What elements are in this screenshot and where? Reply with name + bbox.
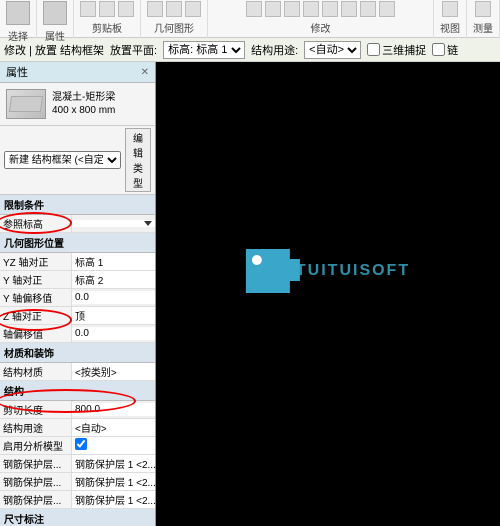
link-checkbox[interactable]: 链 bbox=[432, 42, 458, 58]
param-rebar-cover-1[interactable]: 钢筋保护层...钢筋保护层 1 <2... bbox=[0, 455, 155, 473]
props-label: 属性 bbox=[45, 28, 65, 43]
param-yz-justification[interactable]: YZ 轴对正标高 1 bbox=[0, 253, 155, 271]
select-icon[interactable] bbox=[6, 1, 30, 25]
type-text: 混凝土-矩形梁 400 x 800 mm bbox=[52, 91, 115, 117]
param-reference-level[interactable]: 参照标高 bbox=[0, 215, 155, 233]
ribbon-group-view: 视图 bbox=[434, 0, 467, 38]
enable-analytical-checkbox[interactable] bbox=[75, 438, 87, 450]
offset-icon[interactable] bbox=[360, 1, 376, 17]
category-material[interactable]: 材质和装饰 bbox=[0, 343, 155, 363]
dropdown-icon[interactable] bbox=[144, 221, 152, 226]
properties-list[interactable]: 限制条件 参照标高 几何图形位置 YZ 轴对正标高 1 Y 轴对正标高 2 Y … bbox=[0, 195, 155, 526]
clipboard-label: 剪贴板 bbox=[92, 20, 122, 35]
category-dimensions[interactable]: 尺寸标注 bbox=[0, 509, 155, 526]
edit-type-button[interactable]: 编辑类型 bbox=[125, 128, 151, 192]
watermark: TUITUISOFT bbox=[246, 249, 410, 293]
ribbon-group-measure: 测量 bbox=[467, 0, 500, 38]
cope-icon[interactable] bbox=[147, 1, 163, 17]
move-icon[interactable] bbox=[246, 1, 262, 17]
watermark-text: TUITUISOFT bbox=[296, 262, 410, 280]
param-y-offset[interactable]: Y 轴偏移值0.0 bbox=[0, 289, 155, 307]
measure-label: 测量 bbox=[473, 20, 493, 35]
category-structural[interactable]: 结构 bbox=[0, 381, 155, 401]
category-geometry-position[interactable]: 几何图形位置 bbox=[0, 233, 155, 253]
measure-icon[interactable] bbox=[475, 1, 491, 17]
viewport[interactable]: TUITUISOFT bbox=[156, 62, 500, 526]
close-icon[interactable]: ✕ bbox=[141, 67, 149, 78]
struct-use-select[interactable]: <自动> bbox=[304, 41, 361, 59]
param-rebar-cover-3[interactable]: 钢筋保护层...钢筋保护层 1 <2... bbox=[0, 491, 155, 509]
properties-title: 属性 bbox=[6, 64, 28, 80]
rotate-icon[interactable] bbox=[265, 1, 281, 17]
mirror-icon[interactable] bbox=[284, 1, 300, 17]
struct-use-label: 结构用途: bbox=[251, 42, 298, 58]
param-structural-usage[interactable]: 结构用途<自动> bbox=[0, 419, 155, 437]
main-area: 属性 ✕ 混凝土-矩形梁 400 x 800 mm 新建 结构框架 (<自定 编… bbox=[0, 62, 500, 526]
view-label: 视图 bbox=[440, 20, 460, 35]
props-icon[interactable] bbox=[43, 1, 67, 25]
ribbon-group-clipboard: 剪贴板 bbox=[74, 0, 141, 38]
view-icon[interactable] bbox=[442, 1, 458, 17]
join-icon[interactable] bbox=[166, 1, 182, 17]
type-family-name: 混凝土-矩形梁 bbox=[52, 91, 115, 104]
param-cut-length[interactable]: 剪切长度800.0 bbox=[0, 401, 155, 419]
plane-select[interactable]: 标高: 标高 1 bbox=[163, 41, 245, 59]
properties-title-bar: 属性 ✕ bbox=[0, 62, 155, 83]
category-constraint[interactable]: 限制条件 bbox=[0, 195, 155, 215]
ribbon: 选择 属性 剪贴板 几何图形 修改 bbox=[0, 0, 500, 38]
geometry-label: 几何图形 bbox=[154, 20, 194, 35]
cut-icon[interactable] bbox=[99, 1, 115, 17]
align-icon[interactable] bbox=[341, 1, 357, 17]
modify-context-label: 修改 | 放置 结构框架 bbox=[4, 42, 104, 58]
ribbon-group-modify: 修改 bbox=[208, 0, 434, 38]
properties-panel: 属性 ✕ 混凝土-矩形梁 400 x 800 mm 新建 结构框架 (<自定 编… bbox=[0, 62, 156, 526]
select-label: 选择 bbox=[8, 28, 28, 43]
plane-label: 放置平面: bbox=[110, 42, 157, 58]
param-z-offset[interactable]: 轴偏移值0.0 bbox=[0, 325, 155, 343]
type-selector[interactable]: 混凝土-矩形梁 400 x 800 mm bbox=[0, 83, 155, 126]
type-size: 400 x 800 mm bbox=[52, 104, 115, 117]
param-structural-material[interactable]: 结构材质<按类别> bbox=[0, 363, 155, 381]
ribbon-group-geometry: 几何图形 bbox=[141, 0, 208, 38]
trim-icon[interactable] bbox=[322, 1, 338, 17]
instance-filter-row: 新建 结构框架 (<自定 编辑类型 bbox=[0, 126, 155, 195]
param-enable-analytical[interactable]: 启用分析模型 bbox=[0, 437, 155, 455]
instance-filter-select[interactable]: 新建 结构框架 (<自定 bbox=[4, 151, 121, 169]
array-icon[interactable] bbox=[303, 1, 319, 17]
param-rebar-cover-2[interactable]: 钢筋保护层...钢筋保护层 1 <2... bbox=[0, 473, 155, 491]
watermark-logo-icon bbox=[246, 249, 290, 293]
copy-icon[interactable] bbox=[118, 1, 134, 17]
snap-3d-checkbox[interactable]: 三维捕捉 bbox=[367, 42, 426, 58]
paste-icon[interactable] bbox=[80, 1, 96, 17]
param-z-justification[interactable]: Z 轴对正顶 bbox=[0, 307, 155, 325]
modify-label: 修改 bbox=[311, 20, 331, 35]
split-icon[interactable] bbox=[379, 1, 395, 17]
param-y-justification[interactable]: Y 轴对正标高 2 bbox=[0, 271, 155, 289]
ribbon-group-props: 属性 bbox=[37, 0, 74, 38]
options-bar: 修改 | 放置 结构框架 放置平面: 标高: 标高 1 结构用途: <自动> 三… bbox=[0, 38, 500, 62]
cut-geom-icon[interactable] bbox=[185, 1, 201, 17]
ribbon-group-select: 选择 bbox=[0, 0, 37, 38]
type-thumbnail-icon bbox=[6, 89, 46, 119]
